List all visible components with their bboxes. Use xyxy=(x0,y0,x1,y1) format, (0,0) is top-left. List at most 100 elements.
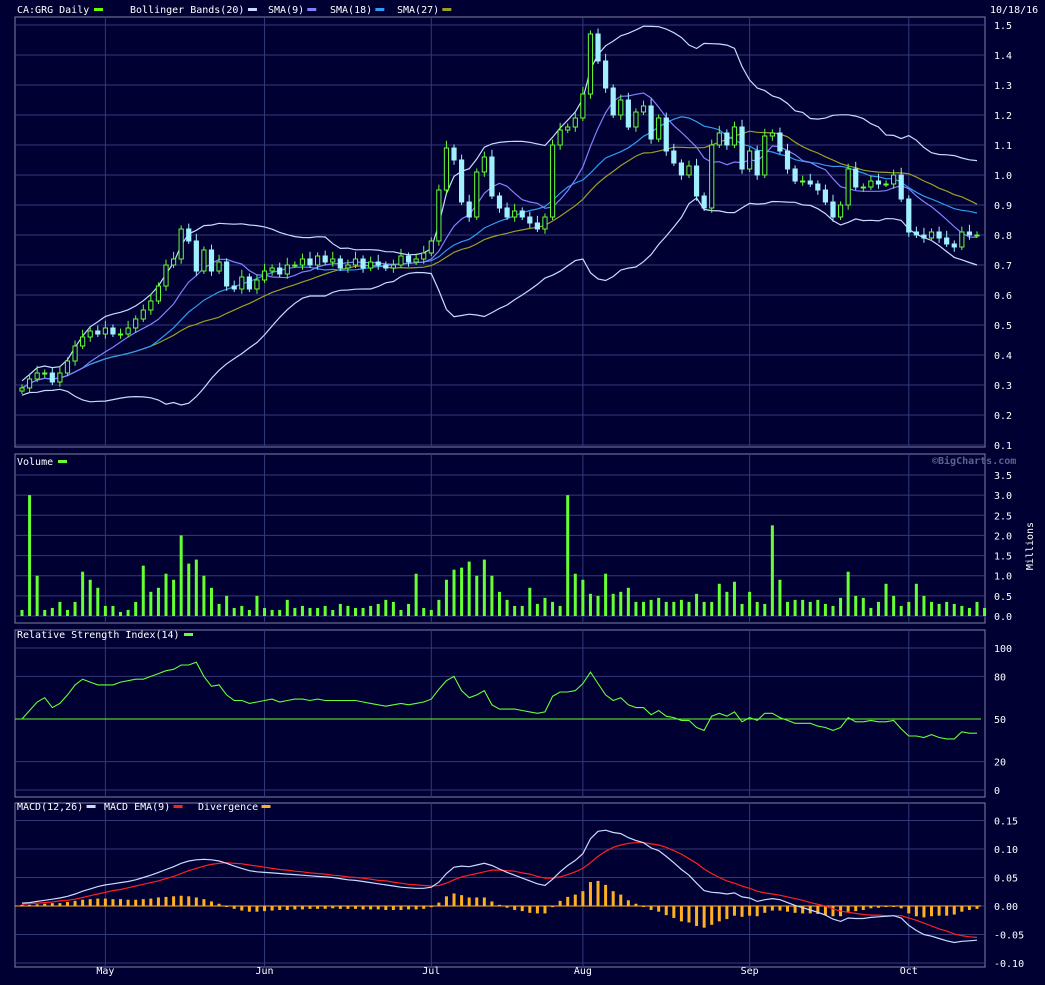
candle-up xyxy=(928,231,935,239)
divergence-bar xyxy=(414,906,418,910)
macd-legend-swatch xyxy=(261,805,271,808)
divergence-bar xyxy=(460,895,464,906)
divergence-bar xyxy=(194,897,198,906)
legend-swatch xyxy=(307,8,317,11)
volume-bar xyxy=(194,559,198,616)
candle-down xyxy=(405,255,412,263)
volume-bar xyxy=(28,495,32,616)
volume-bar xyxy=(126,609,130,616)
candle-down xyxy=(853,168,859,188)
candle-up xyxy=(34,372,40,380)
volume-bar xyxy=(490,575,494,616)
volume-bar xyxy=(755,601,759,616)
candle-up xyxy=(284,264,290,275)
candle-up xyxy=(640,105,647,113)
divergence-bar xyxy=(452,893,456,906)
divergence-bar xyxy=(611,891,615,906)
candle-down xyxy=(693,165,700,197)
divergence-bar xyxy=(672,906,676,918)
candle-up xyxy=(261,270,268,281)
volume-bar xyxy=(111,605,115,616)
price-panel xyxy=(14,16,986,448)
volume-bar xyxy=(611,593,615,616)
candle-down xyxy=(822,189,829,203)
price-tick-label: 0.2 xyxy=(994,411,1012,422)
volume-bar xyxy=(482,559,486,616)
candle-down xyxy=(224,261,230,287)
volume-bar xyxy=(793,599,797,616)
rsi-swatch xyxy=(184,633,193,636)
volume-bar xyxy=(558,605,562,616)
divergence-bar xyxy=(528,906,532,913)
divergence-bar xyxy=(778,906,782,911)
volume-bar xyxy=(831,605,835,616)
candle-up xyxy=(587,33,594,95)
candle-up xyxy=(87,330,93,338)
rsi-title: Relative Strength Index(14) xyxy=(17,630,180,641)
volume-bar xyxy=(407,603,411,616)
volume-bar xyxy=(65,609,69,616)
divergence-bar xyxy=(65,902,69,906)
candle-down xyxy=(504,207,510,218)
candle-up xyxy=(421,252,427,260)
candle-up xyxy=(542,216,548,230)
legend-label: Bollinger Bands(20) xyxy=(130,5,244,16)
rsi-panel xyxy=(14,629,986,798)
divergence-bar xyxy=(831,906,835,917)
volume-bar xyxy=(452,569,456,616)
candle-down xyxy=(277,267,283,275)
candle-up xyxy=(686,165,692,176)
divergence-bar xyxy=(581,891,585,906)
candle-down xyxy=(678,162,685,176)
candle-up xyxy=(443,147,450,191)
divergence-bar xyxy=(702,906,706,928)
divergence-bar xyxy=(96,898,100,906)
divergence-bar xyxy=(755,906,759,917)
candle-down xyxy=(936,231,942,239)
candle-down xyxy=(701,195,707,209)
candle-up xyxy=(731,126,738,146)
candle-up xyxy=(72,345,78,362)
divergence-bar xyxy=(649,906,653,910)
volume-bar xyxy=(899,605,903,616)
divergence-bar xyxy=(907,906,911,914)
volume-title: Volume xyxy=(17,457,53,468)
volume-bar xyxy=(444,579,448,616)
candle-down xyxy=(784,150,791,170)
macd-tick-label: 0.10 xyxy=(994,845,1018,856)
volume-tick-label: 1.0 xyxy=(994,572,1012,583)
volume-bar xyxy=(717,583,721,616)
month-label: May xyxy=(96,966,114,977)
candle-up xyxy=(163,264,169,287)
divergence-bar xyxy=(270,906,274,911)
volume-bar xyxy=(217,603,221,616)
divergence-bar xyxy=(202,899,206,906)
candle-up xyxy=(64,360,71,374)
divergence-bar xyxy=(786,906,790,912)
macd-legend-label: MACD EMA(9) xyxy=(104,802,170,813)
candle-down xyxy=(966,231,973,236)
candle-down xyxy=(648,105,654,140)
volume-bar xyxy=(232,607,236,616)
volume-bar xyxy=(73,601,77,616)
divergence-bar xyxy=(922,906,926,918)
candle-up xyxy=(239,276,245,290)
volume-bar xyxy=(141,565,145,616)
price-tick-label: 0.9 xyxy=(994,201,1012,212)
candle-up xyxy=(747,150,753,170)
candle-down xyxy=(95,330,101,335)
candle-up xyxy=(57,372,63,383)
volume-bar xyxy=(672,601,676,616)
candle-down xyxy=(49,372,55,383)
candle-down xyxy=(489,156,495,197)
candle-up xyxy=(481,156,487,173)
divergence-bar xyxy=(81,899,85,906)
candle-up xyxy=(178,228,184,260)
candle-down xyxy=(527,216,533,224)
candle-up xyxy=(140,309,146,320)
stock-chart: May Jun Jul Aug Sep Oct 1.5 1.4 1.3 1.2 1.1 1.0 0.9 0… xyxy=(0,0,1045,981)
volume-bar xyxy=(960,605,964,616)
volume-bar xyxy=(369,605,373,616)
candle-down xyxy=(375,261,381,266)
candle-up xyxy=(572,117,578,128)
